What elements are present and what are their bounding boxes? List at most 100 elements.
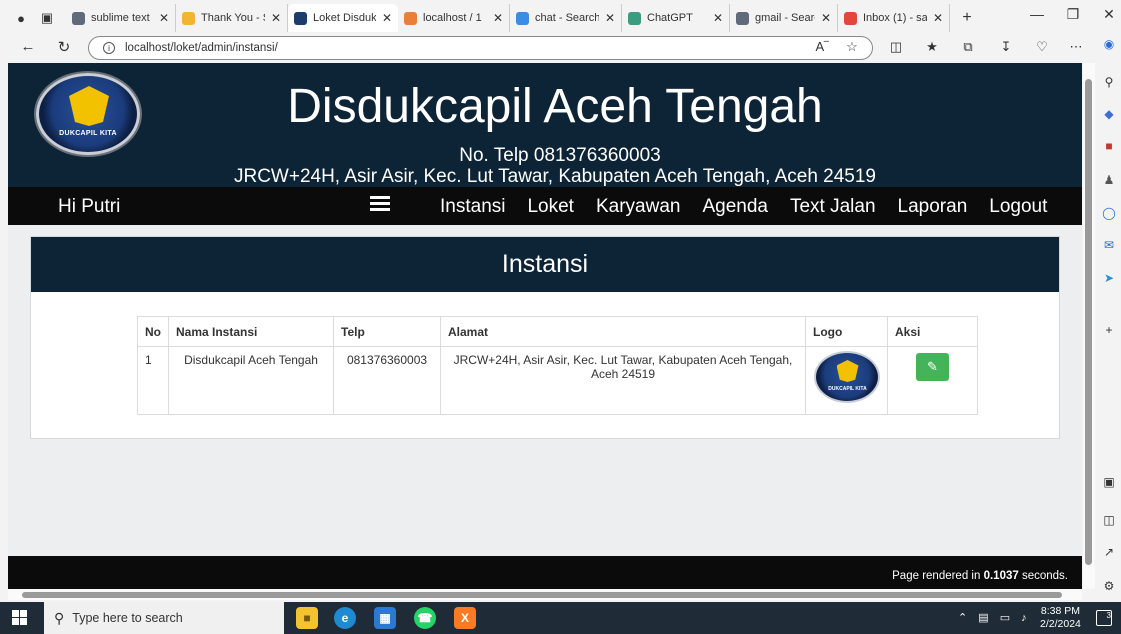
outlook-icon[interactable]: ✉	[1101, 237, 1117, 253]
tab-close-icon[interactable]: ✕	[821, 11, 831, 25]
render-time-suffix: seconds.	[1018, 570, 1068, 582]
heart-icon[interactable]: ♡	[1032, 39, 1052, 55]
add-icon[interactable]: +	[1101, 322, 1117, 338]
instansi-table: No Nama Instansi Telp Alamat Logo Aksi 1 Disdu…	[137, 316, 978, 415]
tab-close-icon[interactable]: ✕	[159, 11, 169, 25]
tab-close-icon[interactable]: ✕	[713, 11, 723, 25]
tab-label: Thank You - S	[201, 12, 265, 24]
profile-icon[interactable]: ●	[8, 5, 34, 31]
more-menu-icon[interactable]: ⋯	[1066, 39, 1086, 55]
nav-link-loket[interactable]: Loket	[527, 196, 573, 218]
minimize-button[interactable]: —	[1022, 6, 1052, 22]
browser-tab[interactable]: localhost / 1 ✕	[398, 4, 510, 32]
favorite-star-icon[interactable]: ☆	[842, 39, 862, 55]
tab-favicon-icon	[72, 11, 85, 25]
clock-time: 8:38 PM	[1040, 605, 1080, 617]
render-time: Page rendered in 0.1037 seconds.	[892, 570, 1068, 582]
logo-shield-icon	[836, 360, 859, 382]
tab-close-icon[interactable]: ✕	[271, 11, 281, 25]
tab-close-icon[interactable]: ✕	[933, 11, 943, 25]
screenshot-icon[interactable]: ▣	[1101, 474, 1117, 490]
url-input[interactable]: i localhost/loket/admin/instansi/	[88, 36, 873, 60]
tab-label: localhost / 1	[423, 12, 482, 24]
edge-icon[interactable]: e	[334, 607, 356, 629]
nav-link-agenda[interactable]: Agenda	[702, 196, 768, 218]
tools-icon[interactable]: ■	[1101, 138, 1117, 154]
back-icon[interactable]: ←	[16, 38, 40, 55]
nav-link-laporan[interactable]: Laporan	[898, 196, 968, 218]
menu-icon[interactable]	[370, 196, 390, 214]
instansi-logo: DUKCAPIL KITA	[813, 351, 880, 403]
read-aloud-icon[interactable]: A‾	[812, 39, 832, 54]
scrollbar-thumb[interactable]	[1085, 79, 1092, 565]
split-screen-icon[interactable]: ◫	[886, 39, 906, 55]
xampp-icon[interactable]: X	[454, 607, 476, 629]
info-icon[interactable]: i	[103, 42, 115, 54]
web-page: DUKCAPIL KITA Disdukcapil Aceh Tengah No…	[8, 63, 1082, 589]
address-bar: ← ↻ i localhost/loket/admin/instansi/ A‾…	[0, 36, 1121, 60]
tab-favicon-icon	[736, 11, 749, 25]
tab-close-icon[interactable]: ✕	[493, 11, 503, 25]
new-tab-button[interactable]: +	[954, 5, 980, 31]
hscrollbar-thumb[interactable]	[22, 592, 1062, 598]
nav-links: Instansi Loket Karyawan Agenda Text Jalan Lap…	[440, 196, 1069, 218]
url-text: localhost/loket/admin/instansi/	[125, 42, 278, 54]
vertical-scrollbar[interactable]	[1083, 63, 1095, 589]
user-greeting: Hi Putri	[58, 196, 121, 217]
browser-tab[interactable]: sublime text ✕	[66, 4, 176, 32]
games-icon[interactable]: ♟	[1101, 172, 1117, 188]
tab-close-icon[interactable]: ✕	[382, 11, 392, 25]
store-icon[interactable]: ▦	[374, 607, 396, 629]
search-icon[interactable]: ⚲	[1101, 74, 1117, 90]
whatsapp-icon[interactable]: ☎	[414, 607, 436, 629]
settings-icon[interactable]: ⚙	[1101, 578, 1117, 594]
browser-tab[interactable]: Thank You - S ✕	[176, 4, 288, 32]
refresh-icon[interactable]: ↻	[52, 38, 76, 56]
nav-link-text-jalan[interactable]: Text Jalan	[790, 196, 876, 218]
horizontal-scrollbar[interactable]	[8, 589, 1082, 600]
office-icon[interactable]: ◯	[1101, 205, 1117, 221]
taskbar-search-placeholder: Type here to search	[72, 611, 183, 625]
taskbar-search[interactable]: ⚲ Type here to search	[44, 602, 284, 634]
send-icon[interactable]: ➤	[1101, 270, 1117, 286]
tab-favicon-icon	[404, 11, 417, 25]
copilot-icon[interactable]: ◉	[1101, 36, 1117, 52]
restore-button[interactable]: ❐	[1058, 6, 1088, 23]
tab-label: sublime text	[91, 12, 150, 24]
taskbar-clock[interactable]: 8:38 PM 2/2/2024	[1040, 605, 1081, 631]
downloads-icon[interactable]: ↧	[996, 39, 1016, 55]
sidebar-toggle-icon[interactable]: ◫	[1101, 512, 1117, 528]
explorer-icon[interactable]: ■	[296, 607, 318, 629]
browser-tab[interactable]: gmail - Searc ✕	[730, 4, 838, 32]
tab-favicon-icon	[182, 11, 195, 25]
tab-actions-icon[interactable]: ▣	[34, 5, 60, 31]
browser-tab[interactable]: chat - Search ✕	[510, 4, 622, 32]
open-external-icon[interactable]: ↗	[1101, 544, 1117, 560]
table-header-row: No Nama Instansi Telp Alamat Logo Aksi	[137, 316, 978, 347]
windows-start-icon[interactable]	[12, 610, 28, 626]
system-tray[interactable]: ⌃ ▤ ▭ ♪	[958, 611, 1031, 624]
nav-link-logout[interactable]: Logout	[989, 196, 1047, 218]
browser-tab[interactable]: Inbox (1) - sa ✕	[838, 4, 950, 32]
nav-link-karyawan[interactable]: Karyawan	[596, 196, 681, 218]
instansi-card: Instansi No Nama Instansi Telp Alamat Logo Ak…	[30, 236, 1060, 439]
cell-alamat: JRCW+24H, Asir Asir, Kec. Lut Tawar, Kab…	[440, 346, 806, 415]
card-title: Instansi	[31, 237, 1059, 292]
nav-link-instansi[interactable]: Instansi	[440, 196, 505, 218]
shopping-icon[interactable]: ◆	[1101, 106, 1117, 122]
notification-icon[interactable]: 3	[1096, 610, 1112, 626]
tab-favicon-icon	[628, 11, 641, 25]
browser-tab[interactable]: Loket Disduk ✕	[288, 4, 398, 32]
cell-aksi: ✎	[887, 346, 978, 415]
collections-icon[interactable]: ⧉	[958, 39, 978, 55]
edit-button[interactable]: ✎	[916, 353, 949, 381]
cell-telp: 081376360003	[333, 346, 441, 415]
browser-tab[interactable]: ChatGPT ✕	[622, 4, 730, 32]
site-title: Disdukcapil Aceh Tengah	[287, 80, 823, 133]
tab-close-icon[interactable]: ✕	[605, 11, 615, 25]
column-header: Aksi	[887, 316, 978, 347]
logo-text: DUKCAPIL KITA	[828, 386, 867, 392]
column-header: Telp	[333, 316, 441, 347]
favorites-icon[interactable]: ★	[922, 39, 942, 55]
close-window-button[interactable]: ✕	[1094, 6, 1121, 23]
